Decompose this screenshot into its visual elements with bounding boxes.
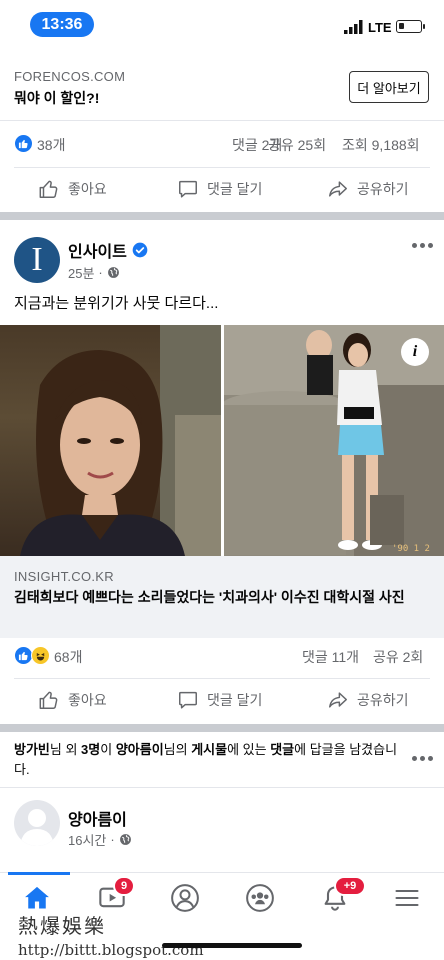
photo-date-stamp: '90 1 2 bbox=[392, 544, 430, 554]
groups-icon bbox=[246, 884, 274, 912]
verified-icon bbox=[132, 242, 148, 258]
profile-icon bbox=[171, 884, 199, 912]
notifications-badge: +9 bbox=[334, 876, 366, 896]
notice-post-word: 게시물 bbox=[191, 742, 228, 757]
ad-domain: FORENCOS.COM bbox=[14, 69, 126, 84]
share-icon bbox=[329, 692, 347, 708]
menu-icon bbox=[395, 889, 419, 907]
like-reaction-icon bbox=[14, 134, 33, 153]
post-time[interactable]: 16시간 bbox=[68, 830, 106, 849]
share-button[interactable]: 공유하기 bbox=[327, 178, 409, 200]
author-avatar[interactable] bbox=[14, 800, 60, 846]
author-name[interactable]: 양아름이 bbox=[68, 806, 127, 830]
post-photo-campus[interactable]: i '90 1 2 bbox=[224, 325, 444, 556]
globe-icon bbox=[107, 267, 119, 278]
photo-info-icon[interactable]: i bbox=[401, 338, 429, 366]
page-logo-avatar[interactable]: I bbox=[14, 237, 60, 283]
divider bbox=[0, 120, 444, 121]
watermark: 熱爆娛樂 http://bittt.blogspot.com bbox=[18, 910, 278, 959]
comment-icon bbox=[179, 180, 197, 198]
notice-more-icon[interactable] bbox=[412, 756, 436, 762]
post-time[interactable]: 25분 bbox=[68, 263, 94, 282]
post-meta: 16시간 · bbox=[68, 830, 132, 849]
share-label: 공유하기 bbox=[357, 181, 409, 197]
comment-label: 댓글 달기 bbox=[207, 692, 263, 708]
notice-text: 님 외 bbox=[49, 742, 82, 757]
ad-share-count[interactable]: 공유 25회 bbox=[268, 135, 326, 155]
comment-icon bbox=[179, 691, 197, 709]
post-comment-count[interactable]: 댓글 11개 bbox=[302, 647, 359, 667]
learn-more-button[interactable]: 더 알아보기 bbox=[349, 71, 429, 103]
ad-view-count: 조회 9,188회 bbox=[342, 137, 420, 153]
post-reaction-count[interactable]: 68개 bbox=[54, 647, 82, 667]
share-label: 공유하기 bbox=[357, 692, 409, 708]
post-share-count[interactable]: 공유 2회 bbox=[373, 647, 423, 667]
page-name[interactable]: 인사이트 bbox=[68, 238, 127, 262]
post-photo-portrait[interactable] bbox=[0, 325, 221, 556]
notice-comment-word: 댓글 bbox=[270, 742, 295, 757]
like-button[interactable]: 좋아요 bbox=[38, 689, 107, 711]
home-indicator[interactable] bbox=[162, 943, 302, 948]
divider bbox=[14, 678, 430, 679]
like-icon bbox=[39, 691, 58, 709]
watermark-title: 熱爆娛樂 bbox=[18, 914, 106, 938]
share-icon bbox=[329, 181, 347, 197]
like-icon bbox=[39, 180, 58, 198]
comment-button[interactable]: 댓글 달기 bbox=[177, 689, 262, 711]
activity-notice[interactable]: 방가빈님 외 3명이 양아름이님의 게시물에 있는 댓글에 답글을 남겼습니다. bbox=[14, 740, 398, 780]
notice-count: 3명 bbox=[81, 742, 101, 757]
signal-icon bbox=[344, 20, 363, 34]
notice-text: 에 있는 bbox=[227, 742, 271, 757]
feed-separator bbox=[0, 212, 444, 220]
divider bbox=[0, 787, 444, 788]
notice-text: 이 bbox=[100, 742, 116, 757]
post-header: 인사이트 bbox=[68, 238, 148, 262]
link-domain: INSIGHT.CO.KR bbox=[14, 569, 114, 584]
ad-headline: 뭐야 이 할인?! bbox=[14, 90, 100, 106]
battery-icon bbox=[396, 20, 425, 33]
active-tab-indicator bbox=[8, 872, 70, 875]
divider bbox=[14, 167, 430, 168]
notice-name-a[interactable]: 방가빈 bbox=[14, 742, 50, 757]
ad-reaction-count[interactable]: 38개 bbox=[37, 135, 65, 155]
share-button[interactable]: 공유하기 bbox=[327, 689, 409, 711]
notice-name-b[interactable]: 양아름이 bbox=[116, 742, 164, 757]
post-more-icon[interactable] bbox=[412, 243, 436, 249]
notice-text: 님의 bbox=[163, 742, 192, 757]
status-time: 13:36 bbox=[30, 12, 94, 37]
comment-label: 댓글 달기 bbox=[207, 181, 263, 197]
globe-icon bbox=[119, 834, 131, 845]
post-meta: 25분 · bbox=[68, 263, 120, 282]
feed-separator bbox=[0, 724, 444, 732]
haha-reaction-icon bbox=[31, 646, 50, 665]
home-icon bbox=[25, 886, 49, 909]
network-label: LTE bbox=[368, 20, 392, 35]
like-label: 좋아요 bbox=[68, 692, 107, 708]
comment-button[interactable]: 댓글 달기 bbox=[177, 178, 262, 200]
menu-tab[interactable] bbox=[387, 878, 427, 918]
video-badge: 9 bbox=[113, 876, 135, 896]
like-button[interactable]: 좋아요 bbox=[38, 178, 107, 200]
post-text: 지금과는 분위기가 사뭇 다르다... bbox=[14, 295, 219, 312]
link-title[interactable]: 김태희보다 예쁘다는 소리들었다는 '치과의사' 이수진 대학시절 사진 bbox=[14, 588, 434, 607]
like-label: 좋아요 bbox=[68, 181, 107, 197]
